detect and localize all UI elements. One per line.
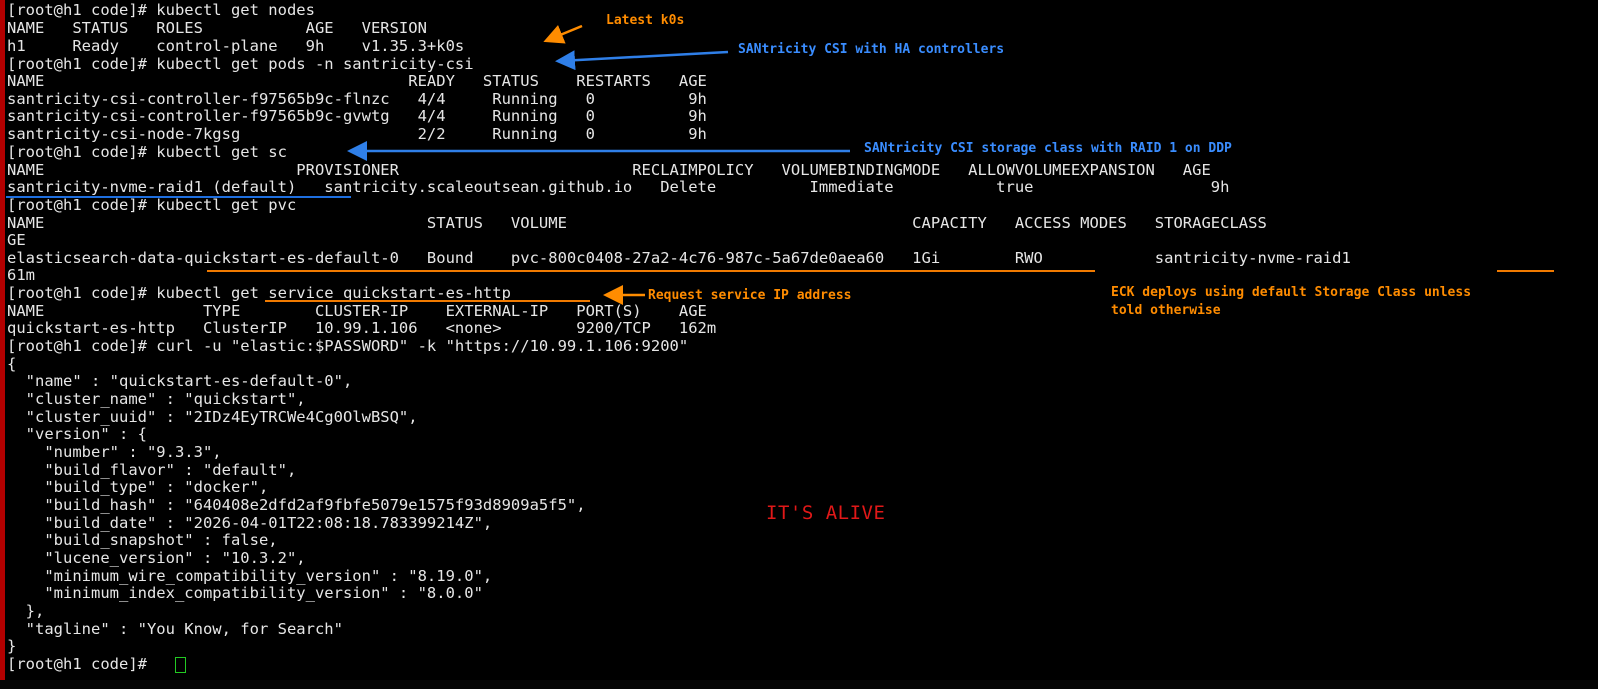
arrow-csi-ha [555,50,729,71]
annotation-arrows [347,24,850,305]
annotation-eck-line1: ECK deploys using default Storage Class … [1111,285,1472,300]
annotation-csi-ha: SANtricity CSI with HA controllers [738,42,1005,57]
terminal-bottom-strip [0,680,1598,689]
arrow-latest-k0s [543,24,583,44]
annotation-request-ip: Request service IP address [648,288,852,303]
terminal-window[interactable]: [root@h1 code]# kubectl get nodes NAME S… [0,0,1598,689]
annotation-its-alive: IT'S ALIVE [766,502,886,524]
annotation-eck-line2: told otherwise [1111,303,1221,318]
annotation-latest-k0s: Latest k0s [606,13,685,28]
annotation-sc-raid: SANtricity CSI storage class with RAID 1… [864,141,1232,156]
